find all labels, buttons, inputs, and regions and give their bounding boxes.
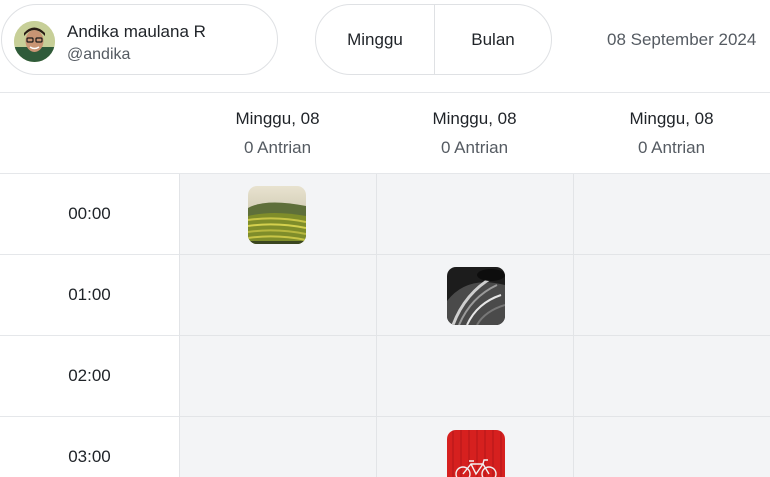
time-label: 02:00: [0, 336, 179, 417]
view-toggle: Minggu Bulan: [315, 4, 552, 75]
top-bar: Andika maulana R @andika Minggu Bulan 08…: [0, 0, 770, 93]
calendar-page: Andika maulana R @andika Minggu Bulan 08…: [0, 0, 770, 477]
week-view-button[interactable]: Minggu: [316, 5, 434, 74]
time-label: 03:00: [0, 417, 179, 477]
column-queue-count: 0 Antrian: [637, 138, 706, 157]
time-slot[interactable]: [376, 174, 573, 255]
time-slot[interactable]: [573, 255, 770, 336]
user-profile-pill[interactable]: Andika maulana R @andika: [1, 4, 278, 75]
column-header: Minggu, 08 0 Antrian: [376, 93, 573, 174]
column-queue-count: 0 Antrian: [440, 138, 509, 157]
column-queue-count: 0 Antrian: [243, 138, 312, 157]
column-header: Minggu, 08 0 Antrian: [573, 93, 770, 174]
time-slot[interactable]: [573, 417, 770, 477]
time-column-header: [0, 93, 179, 174]
time-slot[interactable]: [179, 255, 376, 336]
user-avatar[interactable]: [14, 21, 55, 62]
time-slot[interactable]: [179, 336, 376, 417]
current-date-label[interactable]: 08 September 2024: [607, 30, 756, 50]
month-view-button[interactable]: Bulan: [434, 5, 551, 74]
user-name: Andika maulana R: [67, 22, 206, 41]
user-handle: @andika: [67, 46, 131, 63]
time-slot[interactable]: [179, 417, 376, 477]
time-slot[interactable]: [573, 174, 770, 255]
column-day-label: Minggu, 08: [629, 109, 714, 128]
event-thumbnail-monochrome-fabric[interactable]: [447, 267, 505, 325]
time-slot[interactable]: [376, 336, 573, 417]
time-label: 00:00: [0, 174, 179, 255]
column-day-label: Minggu, 08: [235, 109, 320, 128]
time-slot[interactable]: [573, 336, 770, 417]
time-label: 01:00: [0, 255, 179, 336]
event-thumbnail-rice-terrace[interactable]: [248, 186, 306, 244]
column-header: Minggu, 08 0 Antrian: [179, 93, 376, 174]
column-day-label: Minggu, 08: [432, 109, 517, 128]
event-thumbnail-red-bicycle[interactable]: [447, 430, 505, 477]
